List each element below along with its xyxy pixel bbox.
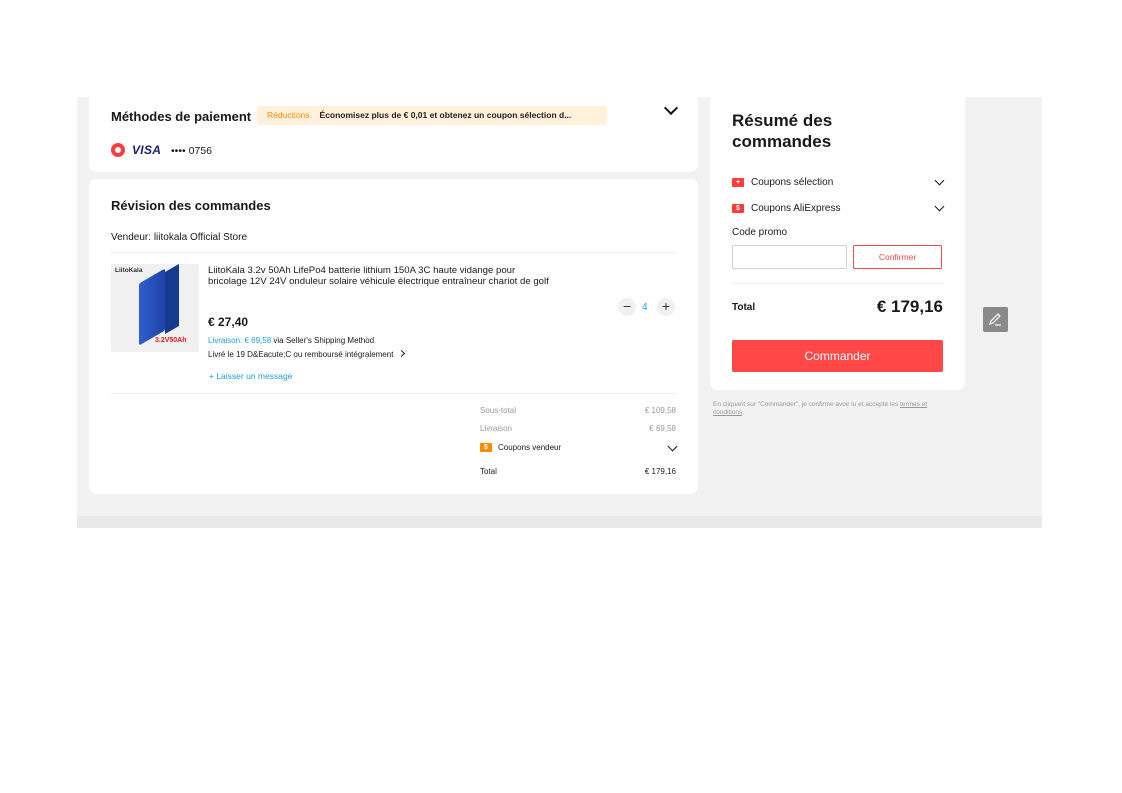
- seller-coupons-label[interactable]: Coupons vendeur: [498, 443, 561, 452]
- divider: [111, 252, 676, 253]
- legal-notice: En cliquant sur "Commander", je confirme…: [713, 401, 953, 417]
- discount-label: Réductions: [267, 110, 310, 120]
- discount-banner[interactable]: Réductions Économisez plus de € 0,01 et o…: [257, 106, 607, 125]
- product-price: € 27,40: [208, 315, 249, 329]
- edit-icon-button[interactable]: [983, 307, 1008, 332]
- product-capacity-label: 3.2V50Ah: [155, 337, 187, 344]
- battery-illustration-face: [139, 268, 165, 346]
- seller-name[interactable]: Vendeur: liitokala Official Store: [111, 232, 247, 243]
- product-image[interactable]: LiitoKala 3.2V50Ah: [111, 264, 199, 352]
- promo-code-label: Code promo: [732, 227, 788, 238]
- card-number: •••• 0756: [171, 145, 212, 157]
- shipping-value: € 69,58: [649, 424, 676, 433]
- quantity-value[interactable]: 4: [642, 302, 648, 313]
- payment-methods-card: Méthodes de paiement Réductions Économise…: [89, 88, 698, 172]
- summary-total-label: Total: [732, 302, 756, 313]
- review-total-value: € 179,16: [644, 467, 676, 476]
- chevron-down-icon[interactable]: [667, 441, 678, 452]
- visa-logo: VISA: [132, 143, 162, 157]
- battery-illustration: [165, 264, 179, 335]
- shipping-method: via Seller's Shipping Method: [273, 336, 375, 345]
- shipping-label: Livraison: [480, 424, 513, 433]
- coupon-icon: $: [732, 204, 744, 213]
- coupons-selection-label[interactable]: Coupons sélection: [751, 177, 833, 188]
- review-total-label: Total: [480, 467, 497, 476]
- quantity-decrease-button[interactable]: −: [618, 298, 636, 316]
- chevron-right-icon: [398, 349, 406, 358]
- order-summary-title: Résumé des commandes: [732, 111, 833, 151]
- payment-methods-title: Méthodes de paiement: [111, 109, 252, 124]
- chevron-down-icon[interactable]: [663, 100, 679, 116]
- coupons-aliexpress-label[interactable]: Coupons AliExpress: [751, 203, 841, 214]
- divider: [111, 393, 676, 394]
- radio-selected-icon[interactable]: [111, 143, 125, 157]
- shipping-cost: Livraison: € 69,58: [208, 336, 272, 345]
- place-order-button[interactable]: Commander: [732, 340, 943, 372]
- coupon-icon: +: [732, 178, 744, 187]
- order-review-card: Révision des commandes Vendeur: liitokal…: [89, 179, 698, 494]
- subtotal-label: Sous-total: [480, 406, 517, 415]
- leave-message-link[interactable]: + Laisser un message: [209, 371, 292, 381]
- coupon-icon: $: [480, 443, 492, 452]
- legal-text: En cliquant sur "Commander", je confirme…: [713, 401, 901, 408]
- confirm-promo-button[interactable]: Confirmer: [853, 245, 942, 269]
- discount-text: Économisez plus de € 0,01 et obtenez un …: [319, 110, 572, 120]
- order-review-title: Révision des commandes: [111, 198, 271, 213]
- delivery-text: Livré le 19 D&Eacute;C ou remboursé inté…: [208, 350, 394, 359]
- quantity-increase-button[interactable]: +: [657, 298, 675, 316]
- promo-code-input[interactable]: [732, 245, 847, 269]
- delivery-info[interactable]: Livré le 19 D&Eacute;C ou remboursé inté…: [208, 349, 406, 359]
- summary-total-value: € 179,16: [876, 297, 943, 316]
- divider: [732, 283, 943, 284]
- shipping-info: Livraison: € 69,58 via Seller's Shipping…: [208, 336, 374, 345]
- chevron-down-icon[interactable]: [934, 175, 945, 186]
- product-title[interactable]: LiitoKala 3.2v 50Ah LifePo4 batterie lit…: [208, 265, 553, 287]
- product-brand-tag: LiitoKala: [115, 267, 143, 274]
- chevron-down-icon[interactable]: [934, 201, 945, 212]
- footer-strip: [77, 516, 1042, 528]
- legal-end: .: [742, 409, 745, 416]
- order-summary-card: Résumé des commandes + Coupons sélection…: [710, 88, 965, 390]
- pencil-icon: [989, 313, 1001, 326]
- subtotal-value: € 109,58: [644, 406, 676, 415]
